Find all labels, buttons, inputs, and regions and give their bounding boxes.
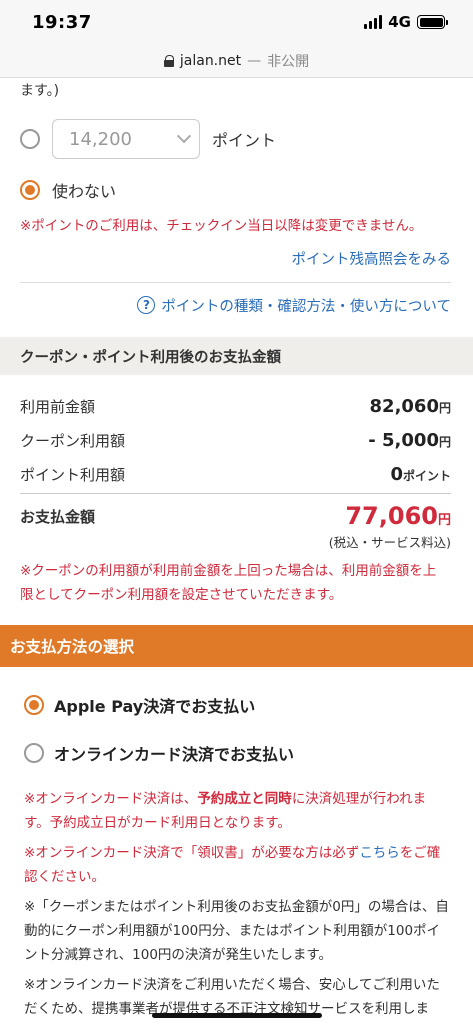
payment-option-label: オンラインカード決済でお支払い: [54, 745, 295, 764]
home-indicator[interactable]: [151, 1013, 322, 1018]
status-time: 19:37: [32, 11, 92, 33]
points-use-radio[interactable]: [20, 129, 40, 149]
summary-row-label: クーポン利用額: [20, 432, 126, 450]
url-privacy-note: 非公開: [267, 53, 310, 70]
points-balance-link[interactable]: ポイント残高照会をみる: [20, 248, 452, 272]
summary-row-value: - 5,000: [368, 430, 439, 451]
points-help-label: ポイントの種類・確認方法・使い方について: [161, 298, 451, 315]
network-type: 4G: [388, 13, 411, 31]
payment-note: ※オンラインカード決済で「領収書」が必要な方は必ずこちらをご確認ください。: [24, 841, 451, 889]
cut-off-text: ます。): [20, 83, 60, 99]
battery-icon: [417, 15, 448, 29]
total-row: お支払金額 77,060円 (税込・サービス料込): [20, 494, 451, 551]
total-value: 77,060: [345, 502, 438, 530]
payment-option-online-card[interactable]: オンラインカード決済でお支払い: [24, 741, 451, 765]
status-indicators: 4G: [364, 13, 448, 31]
payment-heading: お支払方法の選択: [0, 625, 473, 667]
divider: [20, 282, 451, 283]
summary-row-unit: ポイント: [402, 469, 451, 483]
online-card-radio[interactable]: [24, 743, 44, 763]
points-amount-value: 14,200: [69, 128, 132, 150]
summary-row-unit: 円: [438, 435, 451, 449]
payment-option-apple-pay[interactable]: Apple Pay決済でお支払い: [24, 693, 451, 717]
summary-row: クーポン利用額 - 5,000円: [20, 417, 451, 451]
points-no-use-radio[interactable]: [20, 180, 40, 200]
chevron-down-icon: [176, 129, 192, 144]
signal-icon: [364, 15, 383, 29]
note-text: ※オンラインカード決済で「領収書」が必要な方は必ず: [24, 845, 360, 861]
summary-row-unit: 円: [438, 401, 451, 415]
points-use-row: 14,200 ポイント: [20, 118, 451, 160]
note-text: ※オンラインカード決済は、: [24, 791, 198, 807]
coupon-warning: ※クーポンの利用額が利用前金額を上回った場合は、利用前金額を上限としてクーポン利…: [20, 563, 437, 603]
url-bar[interactable]: jalan.net — 非公開: [0, 44, 473, 78]
summary-section: 利用前金額 82,060円 クーポン利用額 - 5,000円 ポイント利用額 0…: [0, 375, 473, 607]
total-label: お支払金額: [20, 508, 96, 526]
points-no-use-label: 使わない: [52, 182, 117, 201]
status-bar: 19:37 4G: [0, 0, 473, 44]
receipt-link[interactable]: こちら: [359, 845, 400, 861]
summary-row: 利用前金額 82,060円: [20, 383, 451, 417]
payment-option-label: Apple Pay決済でお支払い: [54, 697, 256, 716]
url-separator: —: [247, 52, 262, 69]
points-help-link[interactable]: ? ポイントの種類・確認方法・使い方について: [20, 293, 451, 317]
payment-note: ※「クーポンまたはポイント利用後のお支払金額が0円」の場合は、自動的にクーポン利…: [24, 899, 449, 963]
summary-row-value: 82,060: [369, 396, 439, 417]
lock-icon: [163, 54, 175, 67]
url-domain: jalan.net: [179, 52, 242, 69]
apple-pay-radio[interactable]: [24, 695, 44, 715]
note-emphasis: 予約成立と同時: [197, 791, 292, 807]
points-unit-label: ポイント: [212, 131, 277, 150]
total-unit: 円: [437, 513, 451, 528]
payment-options: Apple Pay決済でお支払い オンラインカード決済でお支払い: [0, 693, 473, 765]
summary-row-value: 0: [390, 464, 403, 485]
question-icon: ?: [137, 296, 156, 314]
payment-note: ※オンラインカード決済は、予約成立と同時に決済処理が行われます。予約成立日がカー…: [24, 787, 451, 835]
points-amount-select[interactable]: 14,200: [52, 119, 200, 159]
points-no-use-row[interactable]: 使わない: [20, 178, 451, 202]
points-section: ます。) 14,200 ポイント 使わない ※ポイントのご利用は、チェックイン当…: [0, 78, 473, 317]
summary-heading: クーポン・ポイント利用後のお支払金額: [0, 337, 473, 375]
points-warning: ※ポイントのご利用は、チェックイン当日以降は変更できません。: [20, 218, 423, 234]
total-tax-note: (税込・サービス料込): [328, 535, 451, 550]
summary-row-label: 利用前金額: [20, 398, 96, 416]
summary-row: ポイント利用額 0ポイント: [20, 451, 451, 485]
payment-notes: ※オンラインカード決済は、予約成立と同時に決済処理が行われます。予約成立日がカー…: [0, 787, 473, 1024]
summary-row-label: ポイント利用額: [20, 466, 126, 484]
